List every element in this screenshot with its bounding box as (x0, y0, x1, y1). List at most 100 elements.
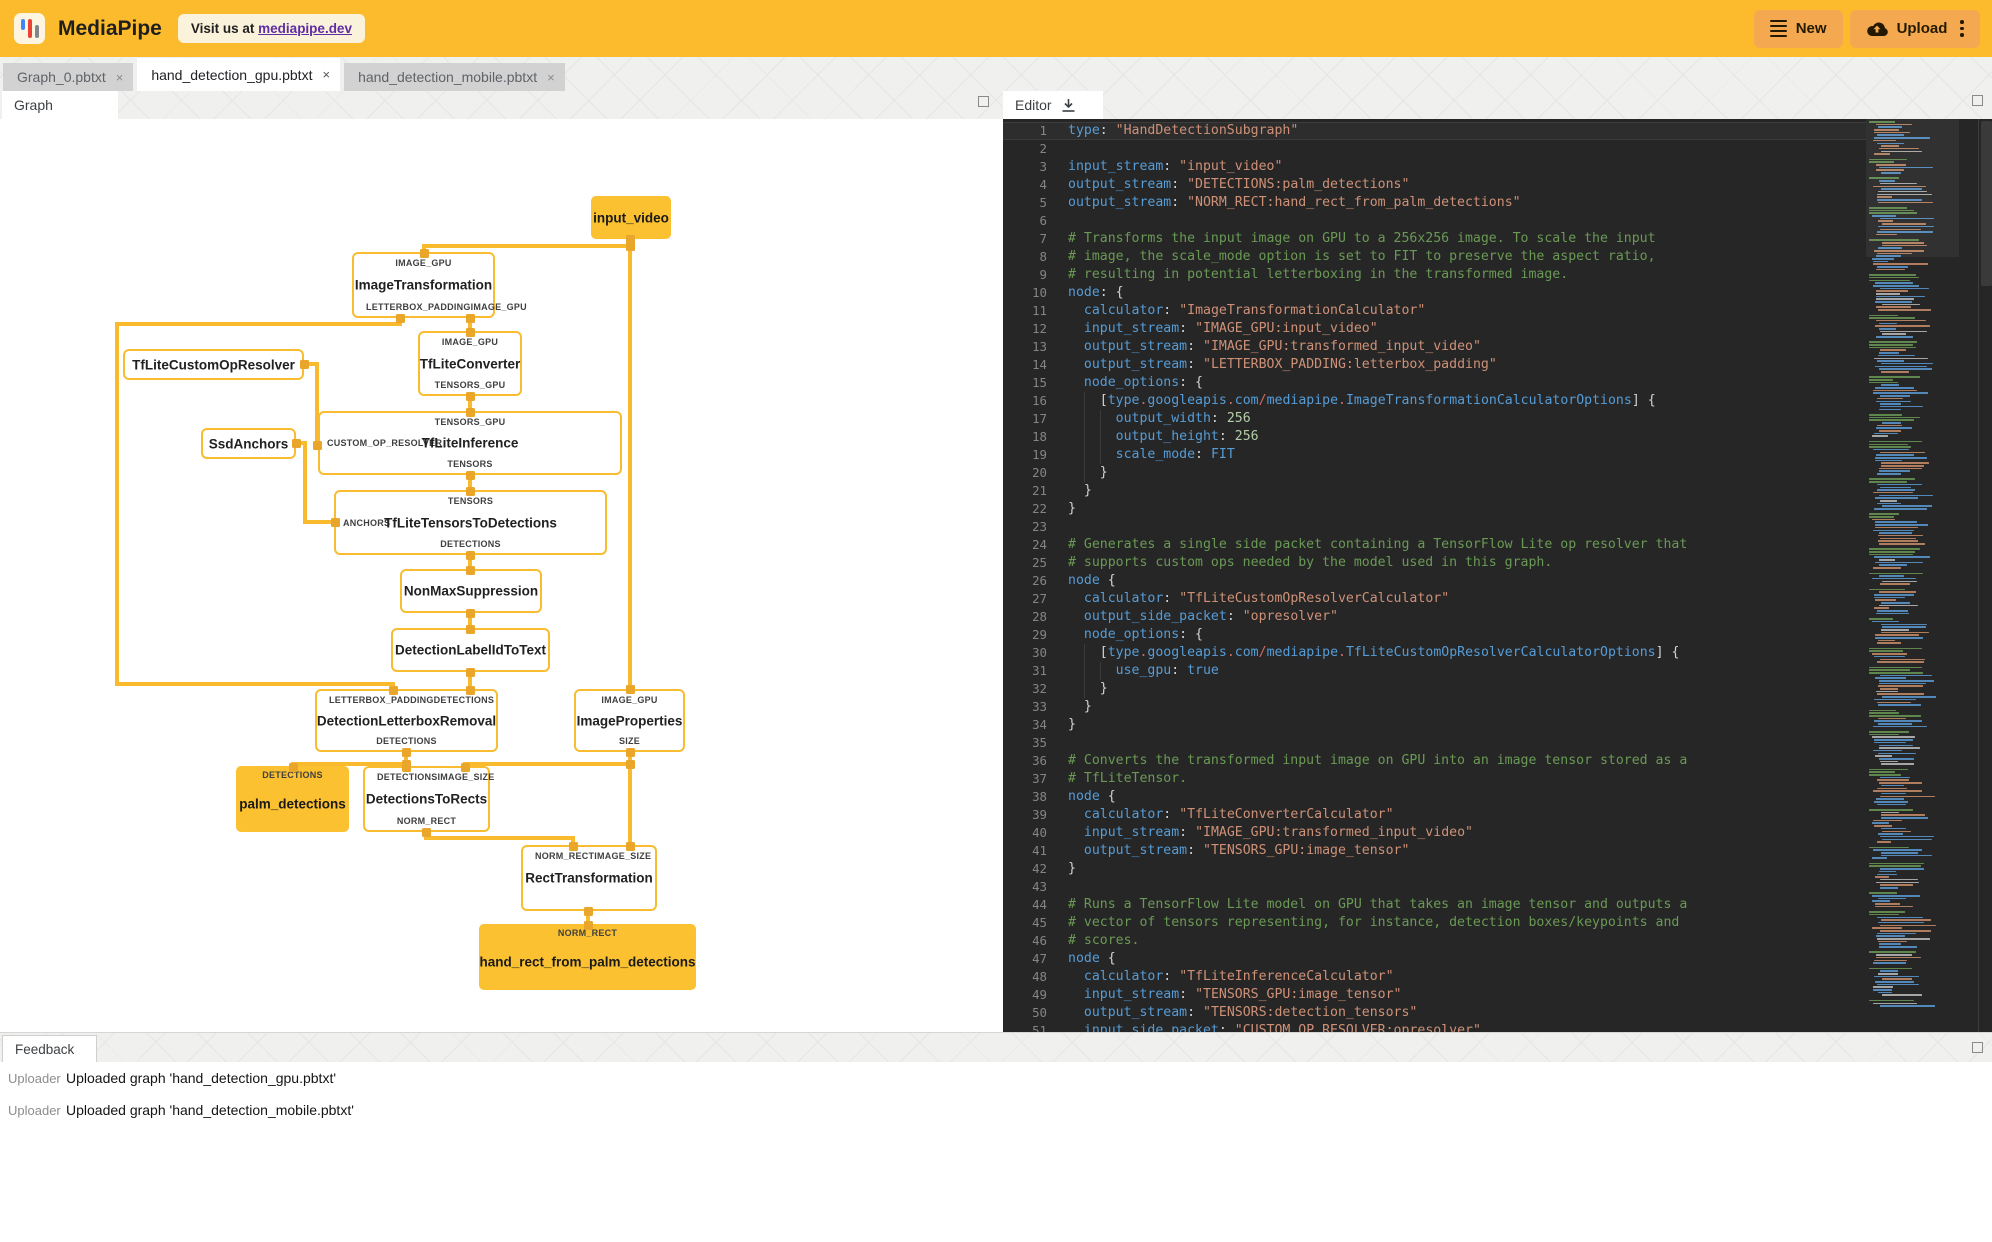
code-line-36: 36 # Converts the transformed input image… (1003, 752, 1866, 770)
graph-node-hand_rect_from_palm_detections[interactable]: NORM_RECT hand_rect_from_palm_detections (479, 924, 696, 990)
code-line-38: 38 node { (1003, 788, 1866, 806)
code-editor[interactable]: 1 type: "HandDetectionSubgraph" 2 3 input_st… (1003, 119, 1992, 1032)
new-button[interactable]: New (1753, 9, 1843, 48)
tab-hand_detection_mobile.pbtxt[interactable]: hand_detection_mobile.pbtxt × (344, 63, 565, 91)
graph-node-rect_transformation[interactable]: NORM_RECT IMAGE_SIZE RectTransformation (521, 845, 657, 911)
graph-node-ssd_anchors[interactable]: SsdAnchors (201, 428, 296, 459)
code-line-46: 46 # scores. (1003, 932, 1866, 950)
edge-connector (625, 759, 635, 769)
code-line-22: 22} (1003, 500, 1866, 518)
download-icon[interactable] (1061, 98, 1076, 113)
code-line-39: 39 calculator: "TfLiteConverterCalculato… (1003, 806, 1866, 824)
graph-node-detection_label_id_to_text[interactable]: DetectionLabelIdToText (391, 628, 550, 672)
node-label: input_video (593, 210, 669, 225)
port-label-norm_rect: NORM_RECT (557, 928, 618, 938)
port-label-image_size: IMAGE_SIZE (594, 851, 652, 861)
visit-us-pill: Visit us at mediapipe.dev (177, 14, 365, 43)
code-line-19: 19 scale_mode: FIT (1003, 446, 1866, 464)
node-label: SsdAnchors (208, 436, 289, 451)
line-number: 9 (1039, 267, 1047, 282)
edge-connector (583, 906, 593, 916)
line-number: 35 (1032, 735, 1047, 750)
edge-connector (465, 550, 475, 560)
edge-connector (288, 762, 298, 772)
edge-connector (330, 517, 340, 527)
code-line-50: 50 output_stream: "TENSORS:detection_ten… (1003, 1004, 1866, 1022)
edge-connector (465, 327, 475, 337)
line-number: 26 (1032, 573, 1047, 588)
port-label-image_size: IMAGE_SIZE (437, 772, 495, 782)
upload-more-options-icon[interactable] (1960, 20, 1964, 37)
edge-connector (625, 841, 635, 851)
graph-node-non_max_suppression[interactable]: NonMaxSuppression (400, 569, 542, 613)
graph-edge (628, 237, 632, 691)
edge-connector (291, 438, 301, 448)
tab-hand_detection_gpu.pbtxt[interactable]: hand_detection_gpu.pbtxt × (137, 58, 341, 91)
graph-edge (115, 682, 395, 686)
line-number: 16 (1032, 393, 1047, 408)
feedback-message: Uploaded graph 'hand_detection_mobile.pb… (66, 1102, 354, 1118)
upload-button[interactable]: Upload (1849, 9, 1980, 48)
graph-node-image_properties[interactable]: IMAGE_GPU SIZE ImageProperties (574, 689, 685, 752)
close-tab-icon[interactable]: × (116, 70, 124, 85)
editor-panel-label: Editor (1015, 97, 1052, 113)
graph-node-tflite_converter[interactable]: IMAGE_GPU TENSORS_GPU TfLiteConverter (418, 331, 522, 396)
edge-connector (465, 407, 475, 417)
line-number: 47 (1032, 951, 1047, 966)
line-number: 18 (1032, 429, 1047, 444)
edge-connector (465, 608, 475, 618)
edge-connector (401, 747, 411, 757)
graph-node-image_transformation[interactable]: IMAGE_GPU LETTERBOX_PADDING IMAGE_GPU Image… (352, 252, 527, 318)
graph-panel-label: Graph (14, 97, 53, 113)
minimap-viewport[interactable] (1866, 119, 1959, 257)
tab-editor-panel[interactable]: Editor (1003, 91, 1103, 119)
graph-edge (422, 244, 632, 248)
close-tab-icon[interactable]: × (322, 67, 330, 82)
close-tab-icon[interactable]: × (547, 70, 555, 85)
code-line-9: 9 # resulting in potential letterboxing i… (1003, 266, 1866, 284)
code-line-1: 1 type: "HandDetectionSubgraph" (1003, 122, 1866, 140)
edge-connector (299, 359, 309, 369)
node-label: palm_detections (239, 796, 346, 812)
graph-node-input_video[interactable]: input_video (591, 196, 671, 239)
code-line-8: 8 # image, the scale_mode option is set t… (1003, 248, 1866, 266)
code-line-21: 21 } (1003, 482, 1866, 500)
line-number: 8 (1039, 249, 1047, 264)
tab-Graph_0.pbtxt[interactable]: Graph_0.pbtxt × (3, 63, 134, 91)
line-number: 41 (1032, 843, 1047, 858)
port-label-tensors_gpu: TENSORS_GPU (434, 380, 506, 390)
expand-graph-panel-icon[interactable] (978, 96, 989, 107)
line-number: 17 (1032, 411, 1047, 426)
line-number: 33 (1032, 699, 1047, 714)
code-line-32: 32 } (1003, 680, 1866, 698)
code-line-16: 16 [type.googleapis.com/mediapipe.ImageT… (1003, 392, 1866, 410)
app-title: MediaPipe (58, 16, 162, 40)
code-line-44: 44 # Runs a TensorFlow Lite model on GPU … (1003, 896, 1866, 914)
edge-connector (465, 565, 475, 575)
line-number: 48 (1032, 969, 1047, 984)
node-label: DetectionLabelIdToText (394, 642, 547, 658)
feedback-strip (0, 1032, 1992, 1062)
line-number: 27 (1032, 591, 1047, 606)
graph-node-tflite_tensors_to_detections[interactable]: TENSORS DETECTIONS ANCHORS TfLiteTensorsToD… (334, 490, 607, 555)
feedback-message: Uploaded graph 'hand_detection_gpu.pbtxt… (66, 1070, 337, 1086)
node-label: ImageProperties (576, 713, 683, 728)
code-line-3: 3 input_stream: "input_video" (1003, 158, 1866, 176)
mediapipe-dev-link[interactable]: mediapipe.dev (258, 21, 352, 36)
code-line-18: 18 output_height: 256 (1003, 428, 1866, 446)
editor-scrollbar[interactable] (1981, 121, 1992, 286)
graph-node-detections_to_rects[interactable]: DETECTIONS IMAGE_SIZE NORM_RECT DetectionsT… (363, 766, 494, 832)
graph-node-tflite_custom_op_resolver[interactable]: TfLiteCustomOpResolver (123, 349, 304, 380)
line-number: 49 (1032, 987, 1047, 1002)
graph-node-detection_letterbox_removal[interactable]: LETTERBOX_PADDING DETECTIONS DETECTIONS Det… (315, 689, 498, 752)
line-number: 24 (1032, 537, 1047, 552)
graph-node-palm_detections[interactable]: DETECTIONS palm_detections (236, 766, 349, 832)
tab-graph-panel[interactable]: Graph (2, 91, 118, 119)
tab-feedback-panel[interactable]: Feedback (2, 1035, 97, 1063)
expand-editor-panel-icon[interactable] (1972, 95, 1983, 106)
graph-node-tflite_inference[interactable]: TENSORS_GPU TENSORS CUSTOM_OP_RESOLVER TfLi… (318, 411, 622, 475)
graph-canvas[interactable]: input_video IMAGE_GPU LETTERBOX_PADDING IMA… (0, 119, 1003, 1032)
node-label: RectTransformation (525, 870, 653, 886)
code-line-12: 12 input_stream: "IMAGE_GPU:input_video" (1003, 320, 1866, 338)
edge-connector (312, 440, 322, 450)
